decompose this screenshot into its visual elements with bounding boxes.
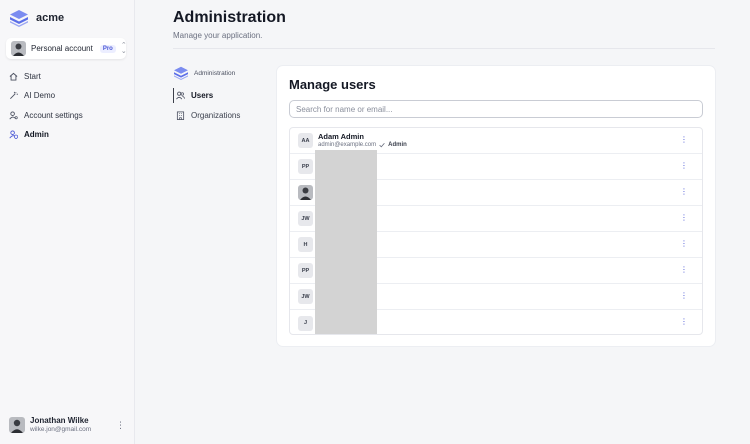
admin-nav: Users Organizations (173, 88, 240, 128)
avatar (9, 417, 25, 433)
account-switcher[interactable]: Personal account Pro ⌃ ⌄ (6, 38, 127, 59)
brand[interactable]: acme (9, 9, 64, 27)
avatar: J (298, 315, 313, 331)
more-vertical-icon[interactable]: ⋮ (116, 420, 125, 430)
main-nav: Start AI Demo Account settings Admin (9, 70, 83, 148)
tab-users[interactable]: Users (173, 88, 240, 103)
role-badge: Admin (388, 142, 407, 148)
admin-nav-header: Administration (173, 66, 235, 80)
avatar (298, 185, 313, 200)
account-name: Personal account (31, 44, 93, 53)
current-user-name: Jonathan Wilke (30, 416, 89, 425)
magic-wand-icon (10, 91, 18, 100)
more-vertical-icon[interactable]: ⋮ (680, 292, 688, 300)
acme-logo-icon (10, 10, 28, 27)
acme-logo-icon (174, 66, 188, 80)
nav-item-account-settings[interactable]: Account settings (9, 109, 83, 121)
account-avatar (11, 41, 26, 56)
tab-label: Organizations (191, 111, 241, 120)
avatar: PP (298, 263, 313, 278)
more-vertical-icon[interactable]: ⋮ (680, 188, 688, 196)
user-name: Adam Admin (318, 132, 364, 141)
page-title: Administration (173, 9, 286, 26)
more-vertical-icon[interactable]: ⋮ (680, 162, 688, 170)
plan-badge: Pro (99, 44, 116, 53)
user-shield-icon (9, 130, 18, 140)
tab-organizations[interactable]: Organizations (173, 108, 240, 123)
avatar: JW (298, 211, 313, 226)
nav-item-label: Start (24, 71, 41, 81)
current-user-menu[interactable]: Jonathan Wilke wilke.jon@gmail.com ⋮ (9, 416, 125, 434)
avatar: PP (298, 159, 313, 174)
nav-item-start[interactable]: Start (9, 70, 83, 82)
search-input[interactable] (289, 100, 703, 118)
current-user-email: wilke.jon@gmail.com (30, 426, 92, 433)
home-icon (9, 72, 18, 81)
nav-item-admin[interactable]: Admin (9, 129, 83, 141)
user-email: admin@example.com (318, 142, 377, 148)
users-icon (176, 91, 185, 100)
redaction-overlay (315, 150, 377, 334)
panel-title: Manage users (289, 77, 376, 92)
sidebar: acme Personal account Pro ⌃ ⌄ Start AI De… (0, 0, 135, 444)
nav-item-ai-demo[interactable]: AI Demo (9, 90, 83, 102)
tab-label: Users (191, 91, 214, 100)
page-subtitle: Manage your application. (173, 31, 263, 40)
more-vertical-icon[interactable]: ⋮ (680, 266, 688, 274)
more-vertical-icon[interactable]: ⋮ (680, 318, 688, 326)
check-icon (379, 142, 385, 148)
avatar: AA (298, 133, 313, 148)
more-vertical-icon[interactable]: ⋮ (680, 240, 688, 248)
avatar: H (298, 237, 313, 252)
more-vertical-icon[interactable]: ⋮ (680, 136, 688, 144)
building-icon (176, 111, 185, 120)
avatar: JW (298, 289, 313, 304)
nav-item-label: Admin (24, 130, 49, 140)
brand-name: acme (36, 12, 65, 24)
more-vertical-icon[interactable]: ⋮ (680, 214, 688, 222)
admin-nav-title: Administration (194, 69, 236, 77)
nav-item-label: Account settings (24, 110, 83, 120)
chevron-up-down-icon: ⌃ ⌄ (120, 41, 127, 55)
nav-item-label: AI Demo (24, 91, 56, 101)
divider (173, 48, 715, 49)
user-gear-icon (9, 111, 18, 120)
